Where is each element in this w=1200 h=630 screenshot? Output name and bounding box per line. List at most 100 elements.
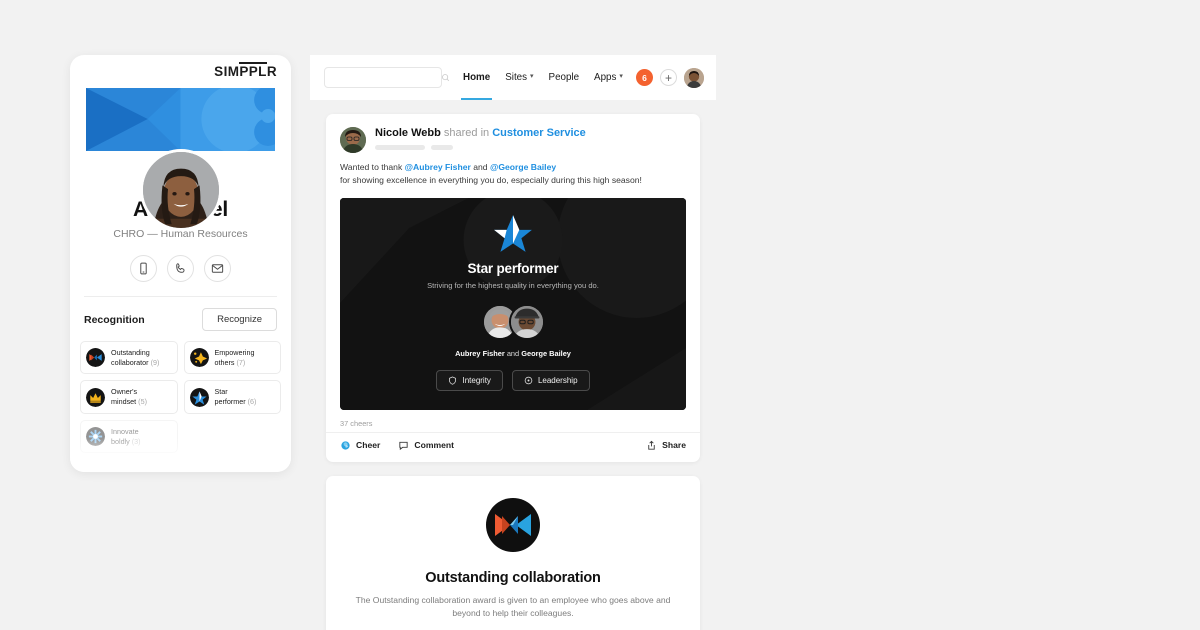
empowering-others-icon <box>189 348 209 368</box>
cheer-button[interactable]: Cheer <box>340 440 380 451</box>
recipient-avatar-george <box>508 303 545 340</box>
badge-line2: collaborator <box>111 357 149 367</box>
recipient-name-b: George Bailey <box>521 348 571 358</box>
innovate-boldly-icon <box>86 427 105 447</box>
post-action-text: shared in <box>443 127 490 139</box>
contact-email-button[interactable] <box>204 255 231 282</box>
badge-line1: Innovate <box>111 426 139 436</box>
chip-label: Integrity <box>462 375 491 385</box>
recognize-button[interactable]: Recognize <box>202 308 277 331</box>
badge-count: (9) <box>150 357 160 367</box>
comment-button[interactable]: Comment <box>398 440 454 451</box>
badge-star-performer[interactable]: Star performer (6) <box>183 380 281 414</box>
award-value-chips: Integrity Leadership <box>436 369 590 391</box>
owners-mindset-icon <box>86 387 105 407</box>
cheer-count: 37 cheers <box>340 418 373 428</box>
comment-icon <box>399 441 408 450</box>
chip-integrity[interactable]: Integrity <box>436 369 503 391</box>
post-author-photo <box>340 127 366 153</box>
post-body: Wanted to thank @Aubrey Fisher and @Geor… <box>326 153 700 188</box>
user-avatar-photo <box>684 67 704 88</box>
profile-avatar-photo <box>142 152 219 228</box>
badge-owners-mindset[interactable]: Owner's mindset (5) <box>80 380 178 414</box>
recipient-joiner: and <box>504 348 522 358</box>
award-recipient-avatars <box>481 303 545 340</box>
post-author-name[interactable]: Nicole Webb <box>375 127 441 139</box>
star-performer-icon <box>189 387 209 407</box>
shield-icon <box>449 376 457 385</box>
outstanding-collaboration-icon <box>486 497 540 552</box>
search-icon <box>442 74 450 82</box>
skeleton-bar <box>375 145 425 150</box>
brand-logo-row: SIMPPLR <box>70 55 291 88</box>
badge-line2: mindset <box>111 397 137 407</box>
badge-line1: Owner's <box>111 387 138 397</box>
badge-line1: Outstanding <box>111 348 150 357</box>
award-detail-description: The Outstanding collaboration award is g… <box>340 594 686 621</box>
mobile-icon <box>140 262 147 275</box>
nav-item-people[interactable]: People <box>549 55 580 100</box>
profile-panel: SIMPPLR CHRO — Human Resources Recogniti… <box>70 55 291 472</box>
post-site-link[interactable]: Customer Service <box>492 127 586 139</box>
profile-avatar <box>139 149 222 231</box>
badge-outstanding-collaborator[interactable]: Outstanding collaborator (9) <box>80 341 178 375</box>
user-avatar[interactable] <box>684 67 704 88</box>
banner-art <box>86 88 275 151</box>
badge-empowering-others[interactable]: Empowering others (7) <box>183 341 281 375</box>
badge-count: (6) <box>247 397 257 407</box>
feed-post-card: Nicole Webb shared in Customer Service W… <box>326 114 700 462</box>
nav-label: Home <box>463 72 491 83</box>
badge-line2: boldly <box>111 436 130 446</box>
badge-label: Empowering others (7) <box>215 348 255 367</box>
badge-label: Outstanding collaborator (9) <box>111 348 159 367</box>
target-icon <box>524 376 533 384</box>
post-text-line2: for showing excellence in everything you… <box>340 175 642 186</box>
contact-buttons <box>70 255 291 282</box>
post-author-avatar[interactable] <box>340 127 366 153</box>
post-header: Nicole Webb shared in Customer Service <box>326 114 700 153</box>
award-detail-content: Outstanding collaboration The Outstandin… <box>326 476 700 630</box>
nav-item-home[interactable]: Home <box>460 55 493 100</box>
recognition-header: Recognition Recognize <box>70 297 291 331</box>
recipient-photo <box>510 305 543 338</box>
cheer-icon <box>341 441 350 450</box>
award-tile-content: Star performer Striving for the highest … <box>340 198 686 391</box>
contact-mobile-button[interactable] <box>130 255 157 282</box>
cheer-label: Cheer <box>356 440 381 451</box>
top-navigation-bar: Home Sites ▾ People Apps ▾ 6 + <box>310 55 716 100</box>
notification-badge[interactable]: 6 <box>636 69 653 86</box>
badge-innovate-boldly[interactable]: Innovate boldly (3) <box>80 419 178 454</box>
award-detail-title: Outstanding collaboration <box>425 569 601 586</box>
mention-george-bailey[interactable]: @George Bailey <box>490 162 556 172</box>
add-button[interactable]: + <box>660 69 677 86</box>
post-text-pre: Wanted to thank <box>340 162 405 172</box>
star-performer-logo-icon <box>494 214 532 252</box>
badge-count: (7) <box>236 357 246 367</box>
award-tile[interactable]: Star performer Striving for the highest … <box>340 197 686 410</box>
nav-label: People <box>548 72 580 83</box>
contact-phone-button[interactable] <box>167 255 194 282</box>
award-title: Star performer <box>467 260 559 276</box>
post-text-mid: and <box>470 162 490 172</box>
outstanding-collaborator-icon <box>86 348 105 368</box>
nav-label: Apps <box>594 72 617 83</box>
search-box[interactable] <box>324 67 450 88</box>
recognition-heading: Recognition <box>84 313 145 326</box>
skeleton-bar <box>431 145 453 150</box>
nav-item-apps[interactable]: Apps ▾ <box>594 55 623 100</box>
email-icon <box>211 264 224 273</box>
simpplr-logo: SIMPPLR <box>214 62 277 79</box>
search-input[interactable] <box>331 73 441 82</box>
recognition-badge-grid: Outstanding collaborator (9) Empowering … <box>70 331 291 454</box>
phone-icon <box>176 263 185 273</box>
chip-leadership[interactable]: Leadership <box>511 369 590 391</box>
post-meta-skeleton <box>375 145 586 150</box>
badge-line1: Empowering <box>214 348 255 357</box>
award-recipient-names: Aubrey Fisher and George Bailey <box>455 349 571 358</box>
nav-item-sites[interactable]: Sites ▾ <box>505 55 533 100</box>
post-attribution: Nicole Webb shared in Customer Service <box>375 127 586 139</box>
badge-count: (3) <box>131 436 141 446</box>
chevron-down-icon: ▾ <box>530 73 534 80</box>
share-button[interactable]: Share <box>646 440 686 451</box>
mention-aubrey-fisher[interactable]: @Aubrey Fisher <box>405 162 471 172</box>
